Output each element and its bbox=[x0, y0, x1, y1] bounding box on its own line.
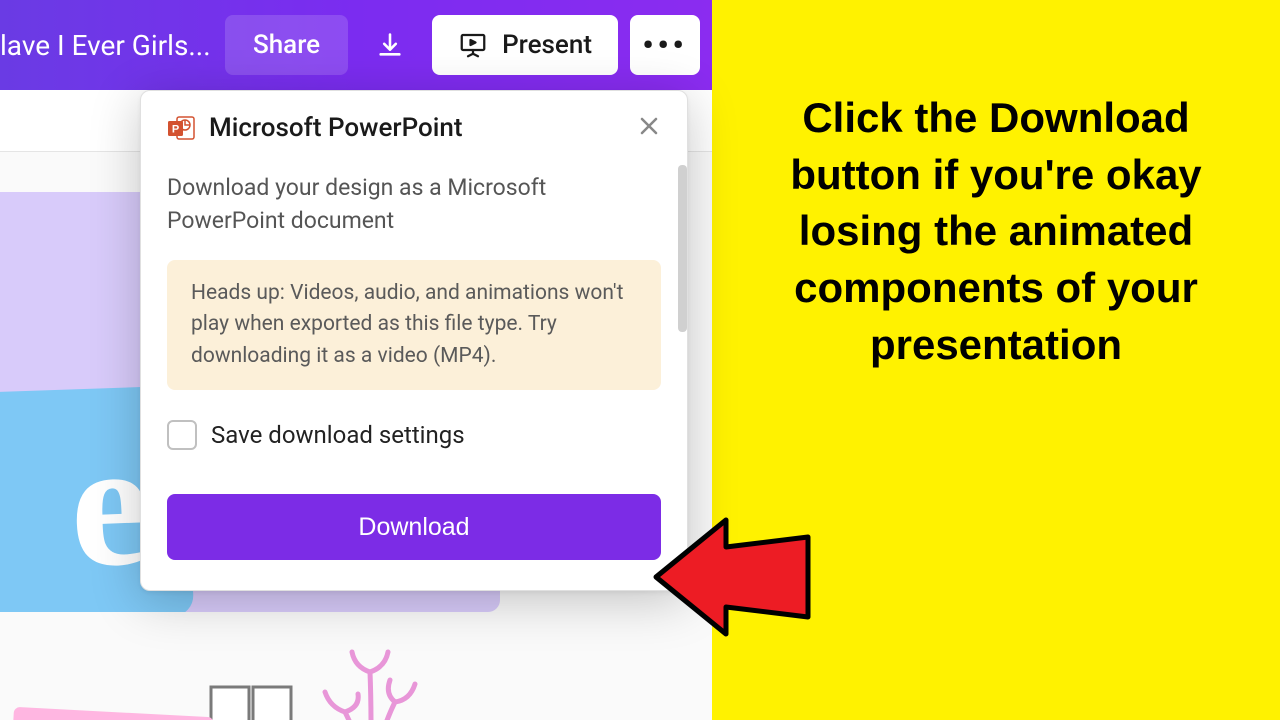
download-button[interactable]: Download bbox=[167, 494, 661, 560]
save-settings-checkbox[interactable] bbox=[167, 420, 197, 450]
popup-header: P Microsoft PowerPoint bbox=[167, 113, 661, 143]
powerpoint-icon: P bbox=[167, 114, 195, 142]
share-button[interactable]: Share bbox=[225, 15, 348, 75]
save-settings-label: Save download settings bbox=[211, 421, 465, 449]
present-button[interactable]: Present bbox=[432, 15, 618, 75]
sticky-note-decoration bbox=[6, 707, 214, 720]
save-settings-row: Save download settings bbox=[167, 420, 661, 450]
download-icon-button[interactable] bbox=[360, 15, 420, 75]
close-icon bbox=[637, 114, 661, 138]
download-popup: P Microsoft PowerPoint Download your des… bbox=[140, 90, 688, 591]
red-arrow-annotation bbox=[648, 502, 818, 652]
instruction-text: Click the Download button if you're okay… bbox=[752, 90, 1240, 373]
presentation-icon bbox=[458, 30, 488, 60]
popup-description: Download your design as a Microsoft Powe… bbox=[167, 171, 661, 238]
topbar: lave I Ever Girls... Share Present ••• bbox=[0, 0, 712, 90]
more-button[interactable]: ••• bbox=[630, 15, 700, 75]
plant-decoration bbox=[300, 622, 440, 720]
app-left-pane: lave I Ever Girls... Share Present ••• e bbox=[0, 0, 712, 720]
ellipsis-icon: ••• bbox=[642, 28, 687, 63]
warning-message: Heads up: Videos, audio, and animations … bbox=[167, 260, 661, 391]
popup-title: Microsoft PowerPoint bbox=[209, 113, 637, 143]
popup-scroll-thumb[interactable] bbox=[678, 165, 687, 332]
document-title[interactable]: lave I Ever Girls... bbox=[0, 29, 211, 62]
grid-decoration bbox=[206, 682, 296, 720]
svg-text:P: P bbox=[172, 124, 179, 136]
download-icon bbox=[376, 31, 404, 59]
present-label: Present bbox=[502, 30, 592, 60]
close-button[interactable] bbox=[637, 114, 661, 143]
